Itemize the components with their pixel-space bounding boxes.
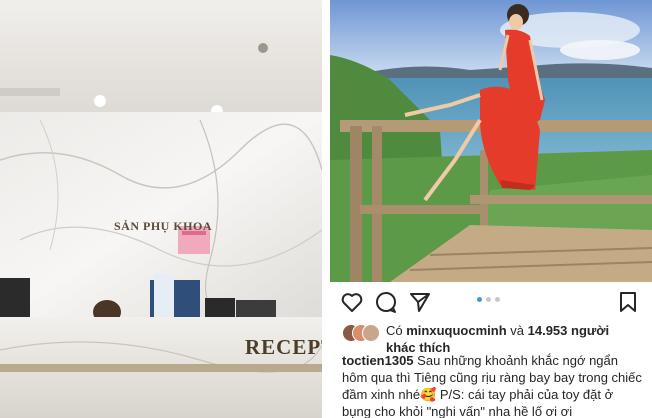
avatar [362, 324, 380, 342]
liker-username[interactable]: minxuquocminh [406, 323, 506, 338]
caption-username[interactable]: toctien1305 [342, 353, 414, 368]
likes-middle: và [510, 323, 524, 338]
carousel-dot [486, 297, 491, 302]
likes-prefix: Có [386, 323, 403, 338]
divider [322, 0, 330, 418]
bookmark-icon[interactable] [616, 290, 640, 314]
seaside-scene [330, 0, 652, 282]
comment-icon[interactable] [374, 290, 398, 314]
carousel-dot [495, 297, 500, 302]
heart-icon[interactable] [340, 290, 364, 314]
reception-photo: SẢN PHỤ KHOA RECEPT [0, 0, 322, 418]
likes-text: Có minxuquocminh và 14.953 người khác th… [386, 322, 642, 356]
post-photo[interactable] [330, 0, 652, 282]
liker-avatars [342, 324, 382, 342]
send-icon[interactable] [408, 290, 432, 314]
reception-desk-label: RECEPT [245, 335, 322, 359]
likes-count[interactable]: 14.953 [528, 323, 568, 338]
department-sign: SẢN PHỤ KHOA [114, 219, 213, 233]
post-caption: toctien1305 Sau những khoảnh khắc ngớ ng… [342, 352, 642, 418]
carousel-dot [477, 297, 482, 302]
instagram-post: Có minxuquocminh và 14.953 người khác th… [330, 0, 652, 418]
carousel-indicator [477, 297, 500, 302]
